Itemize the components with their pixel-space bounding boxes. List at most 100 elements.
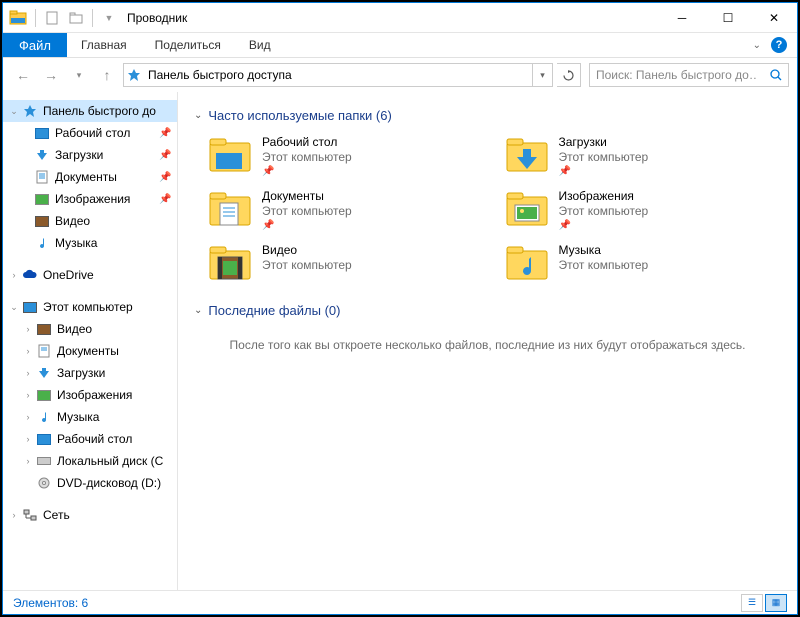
computer-icon [21,299,39,315]
folder-downloads[interactable]: Загрузки Этот компьютер 📌 [505,135,782,177]
close-button[interactable]: ✕ [751,3,797,33]
refresh-button[interactable] [557,63,581,87]
tree-pc-pictures[interactable]: › Изображения [3,384,177,406]
tree-downloads[interactable]: Загрузки 📌 [3,144,177,166]
nav-back-button[interactable]: ← [11,63,35,87]
pin-icon: 📌 [262,220,352,231]
folder-documents-icon [208,189,252,229]
expand-icon[interactable]: › [21,368,35,378]
tree-documents[interactable]: Документы 📌 [3,166,177,188]
expand-icon[interactable]: › [7,270,21,280]
window-controls: ─ ☐ ✕ [659,3,797,33]
expand-icon[interactable]: › [7,510,21,520]
tree-pc-localdisk[interactable]: › Локальный диск (C [3,450,177,472]
view-details-button[interactable]: ☰ [741,594,763,612]
expand-icon[interactable]: › [21,324,35,334]
tree-pc-desktop[interactable]: › Рабочий стол [3,428,177,450]
recent-files-empty-message: После того как вы откроете несколько фай… [194,338,781,352]
help-icon[interactable]: ? [771,37,787,53]
maximize-button[interactable]: ☐ [705,3,751,33]
minimize-button[interactable]: ─ [659,3,705,33]
titlebar: ▼ Проводник ─ ☐ ✕ [3,3,797,33]
ribbon-tab-share[interactable]: Поделиться [141,33,235,57]
folder-downloads-icon [505,135,549,175]
videos-icon [33,213,51,229]
search-box[interactable] [589,63,789,87]
downloads-icon [35,365,53,381]
search-input[interactable] [590,68,764,82]
pin-icon: 📌 [159,128,171,139]
address-dropdown-icon[interactable]: ▾ [532,64,552,86]
qat-new-folder-button[interactable] [65,7,87,29]
folder-desktop[interactable]: Рабочий стол Этот компьютер 📌 [208,135,485,177]
status-item-count: Элементов: 6 [13,596,88,610]
qat-properties-button[interactable] [41,7,63,29]
collapse-icon[interactable]: ⌄ [194,305,202,316]
ribbon-tab-home[interactable]: Главная [67,33,141,57]
documents-icon [33,169,51,185]
pin-icon: 📌 [559,166,649,177]
downloads-icon [33,147,51,163]
star-icon [21,103,39,119]
expand-icon[interactable]: ⌄ [7,106,21,117]
group-recent-files[interactable]: ⌄ Последние файлы (0) [194,303,781,318]
expand-icon[interactable]: ⌄ [7,302,21,313]
ribbon-tab-view[interactable]: Вид [235,33,285,57]
content-pane: ⌄ Часто используемые папки (6) Рабочий с… [178,92,797,590]
expand-icon[interactable]: › [21,346,35,356]
nav-history-dropdown[interactable]: ▾ [67,63,91,87]
tree-pc-music[interactable]: › Музыка [3,406,177,428]
ribbon-tab-file[interactable]: Файл [3,33,67,57]
ribbon-collapse-icon[interactable]: ⌄ [753,40,761,51]
expand-icon[interactable]: › [21,390,35,400]
tree-pc-videos[interactable]: › Видео [3,318,177,340]
folder-videos[interactable]: Видео Этот компьютер [208,243,485,283]
tree-videos[interactable]: Видео [3,210,177,232]
folder-videos-icon [208,243,252,283]
view-large-icons-button[interactable]: ▦ [765,594,787,612]
expand-icon[interactable]: › [21,434,35,444]
tree-this-pc[interactable]: ⌄ Этот компьютер [3,296,177,318]
videos-icon [35,321,53,337]
pin-icon: 📌 [262,166,352,177]
qat-customize-dropdown[interactable]: ▼ [98,7,120,29]
drive-icon [35,453,53,469]
folder-pictures[interactable]: Изображения Этот компьютер 📌 [505,189,782,231]
tree-quick-access[interactable]: ⌄ Панель быстрого до [3,100,177,122]
tree-desktop[interactable]: Рабочий стол 📌 [3,122,177,144]
tree-network[interactable]: › Сеть [3,504,177,526]
documents-icon [35,343,53,359]
tree-onedrive[interactable]: › OneDrive [3,264,177,286]
folder-desktop-icon [208,135,252,175]
address-row: ← → ▾ ↑ Панель быстрого доступа ▾ [3,58,797,92]
collapse-icon[interactable]: ⌄ [194,110,202,121]
explorer-app-icon [9,9,27,27]
nav-forward-button[interactable]: → [39,63,63,87]
search-icon[interactable] [764,68,788,82]
statusbar: Элементов: 6 ☰ ▦ [3,590,797,614]
desktop-icon [35,431,53,447]
expand-icon[interactable]: › [21,412,35,422]
folder-pictures-icon [505,189,549,229]
tree-pc-documents[interactable]: › Документы [3,340,177,362]
folder-documents[interactable]: Документы Этот компьютер 📌 [208,189,485,231]
pin-icon: 📌 [159,194,171,205]
desktop-icon [33,125,51,141]
folder-music[interactable]: Музыка Этот компьютер [505,243,782,283]
pictures-icon [33,191,51,207]
navigation-pane: ⌄ Панель быстрого до Рабочий стол 📌 Загр… [3,92,178,590]
music-icon [35,409,53,425]
expand-icon[interactable]: › [21,456,35,466]
tree-pictures[interactable]: Изображения 📌 [3,188,177,210]
network-icon [21,507,39,523]
pin-icon: 📌 [559,220,649,231]
address-bar[interactable]: Панель быстрого доступа ▾ [123,63,553,87]
nav-up-button[interactable]: ↑ [95,63,119,87]
tree-pc-downloads[interactable]: › Загрузки [3,362,177,384]
pin-icon: 📌 [159,172,171,183]
tree-music[interactable]: Музыка [3,232,177,254]
folder-music-icon [505,243,549,283]
tree-pc-dvd[interactable]: › DVD-дисковод (D:) [3,472,177,494]
group-frequent-folders[interactable]: ⌄ Часто используемые папки (6) [194,108,781,123]
pin-icon: 📌 [159,150,171,161]
